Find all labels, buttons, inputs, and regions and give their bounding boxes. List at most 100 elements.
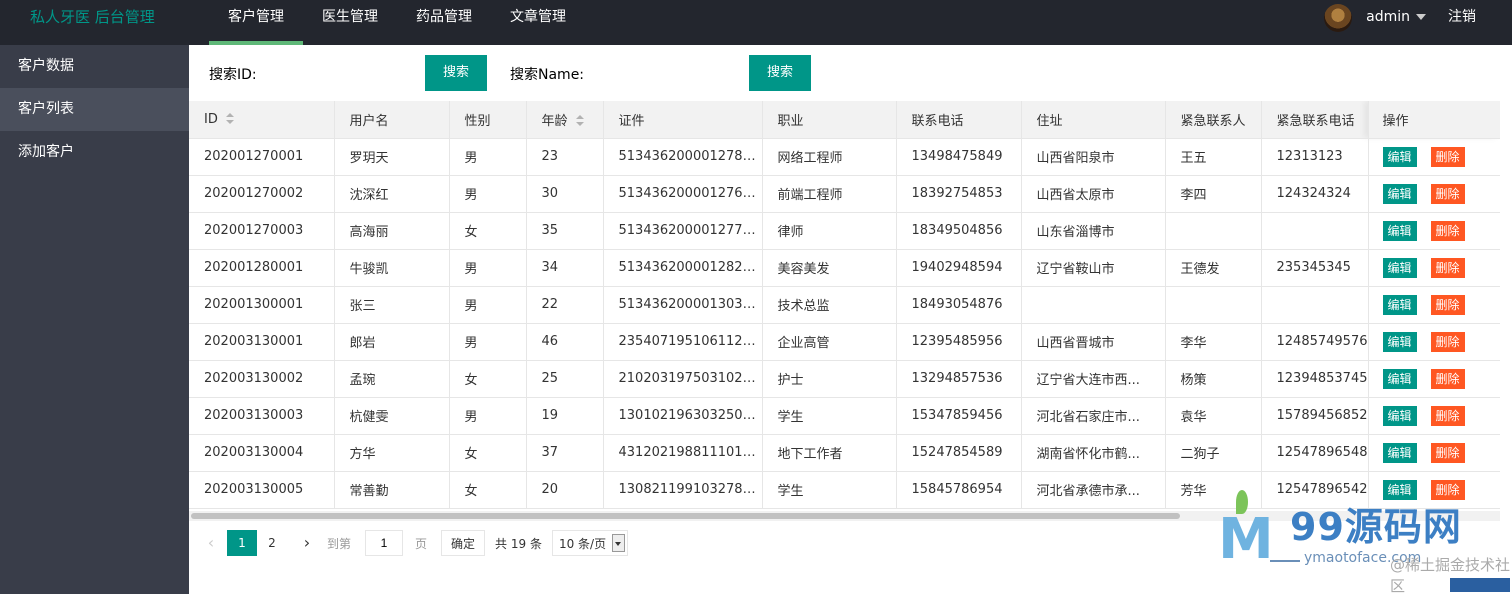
actions-cell: 编辑 删除 [1368, 212, 1500, 250]
table-row: 202001280001 牛骏凯男 34 513436200001282300 美容美发… [189, 249, 1500, 287]
table-cell: 方华 [334, 434, 450, 472]
table-cell: 12485749576 [1261, 323, 1369, 361]
actions-cell: 编辑 删除 [1368, 360, 1500, 398]
table-cell: 辽宁省鞍山市 [1021, 249, 1166, 287]
table-cell: 513436200001278002 [603, 138, 763, 176]
sidebar-item[interactable]: 客户列表 [0, 88, 189, 131]
edit-button[interactable]: 编辑 [1382, 294, 1417, 315]
search-id-input[interactable] [265, 55, 423, 91]
edit-button[interactable]: 编辑 [1382, 442, 1417, 463]
nav-item[interactable]: 客户管理 [209, 0, 303, 45]
table-cell: 王德发 [1165, 249, 1262, 287]
page-size-value: 10 条/页 [558, 536, 607, 551]
table-cell: 35 [526, 212, 604, 250]
edit-button[interactable]: 编辑 [1382, 257, 1417, 278]
watermark-badge [1450, 578, 1510, 592]
table-row: 202001300001 张三男 22 513436200001303001 技术总监 1… [189, 286, 1500, 324]
search-name-button[interactable]: 搜索 [749, 55, 811, 91]
nav-item[interactable]: 医生管理 [303, 0, 397, 45]
user-avatar[interactable] [1324, 4, 1353, 32]
edit-button[interactable]: 编辑 [1382, 368, 1417, 389]
search-name-label: 搜索Name: [510, 67, 585, 83]
page-number[interactable]: 2 [257, 530, 287, 556]
delete-button[interactable]: 删除 [1430, 294, 1465, 315]
column-header-label: 紧急联系人 [1180, 113, 1246, 129]
table-cell: 210203197503102721 [603, 360, 763, 398]
nav-item[interactable]: 药品管理 [397, 0, 491, 45]
search-name-input[interactable] [590, 55, 746, 91]
user-area: admin 注销 [1324, 0, 1512, 45]
delete-button[interactable]: 删除 [1430, 146, 1465, 167]
edit-button[interactable]: 编辑 [1382, 183, 1417, 204]
edit-button[interactable]: 编辑 [1382, 405, 1417, 426]
table-cell: 12547896548 [1261, 434, 1369, 472]
table-cell: 网络工程师 [762, 138, 897, 176]
table-cell: 13294857536 [896, 360, 1022, 398]
delete-button[interactable]: 删除 [1430, 220, 1465, 241]
table-cell: 袁华 [1165, 397, 1262, 435]
table-cell: 郎岩 [334, 323, 450, 361]
table-cell: 22 [526, 286, 604, 324]
table-cell [1165, 286, 1262, 324]
sort-icon[interactable] [575, 115, 584, 127]
sort-icon[interactable] [225, 113, 234, 125]
column-header: 紧急联系电话 [1261, 101, 1369, 139]
column-header-label: 证件 [618, 113, 645, 129]
logout-link[interactable]: 注销 [1448, 0, 1476, 35]
sidebar-item[interactable]: 客户数据 [0, 45, 189, 88]
actions-cell: 编辑 删除 [1368, 138, 1500, 176]
table-cell: 王五 [1165, 138, 1262, 176]
goto-confirm-button[interactable]: 确定 [441, 530, 486, 556]
goto-page-input[interactable] [365, 530, 404, 556]
table-cell: 130102196303250459 [603, 397, 763, 435]
column-header: 性别 [449, 101, 527, 139]
column-header[interactable]: ID [189, 101, 335, 139]
sidebar-item[interactable]: 添加客户 [0, 131, 189, 174]
column-header-label: 性别 [464, 113, 491, 129]
page-number[interactable]: 1 [227, 530, 257, 556]
table-cell: 202003130001 [189, 323, 335, 361]
delete-button[interactable]: 删除 [1430, 257, 1465, 278]
chevron-left-icon[interactable]: ‹ [197, 530, 225, 556]
table-cell: 46 [526, 323, 604, 361]
column-header: 操作 [1368, 101, 1500, 139]
table-cell: 学生 [762, 397, 897, 435]
edit-button[interactable]: 编辑 [1382, 331, 1417, 352]
delete-button[interactable]: 删除 [1430, 405, 1465, 426]
table-cell: 202001280001 [189, 249, 335, 287]
table-cell: 杨策 [1165, 360, 1262, 398]
column-header: 职业 [762, 101, 897, 139]
table-cell: 202001300001 [189, 286, 335, 324]
column-header-label: 职业 [777, 113, 804, 129]
table-cell: 李四 [1165, 175, 1262, 213]
column-header-label: 操作 [1382, 113, 1409, 129]
table-cell: 山西省太原市 [1021, 175, 1166, 213]
delete-button[interactable]: 删除 [1430, 442, 1465, 463]
delete-button[interactable]: 删除 [1430, 183, 1465, 204]
delete-button[interactable]: 删除 [1430, 368, 1465, 389]
search-id-button[interactable]: 搜索 [425, 55, 487, 91]
column-header[interactable]: 年龄 [526, 101, 604, 139]
user-name[interactable]: admin [1366, 0, 1410, 35]
table-cell: 12394853745 [1261, 360, 1369, 398]
scrollbar-thumb[interactable] [191, 513, 1180, 519]
table-cell: 202003130002 [189, 360, 335, 398]
chevron-right-icon[interactable]: › [293, 530, 321, 556]
chevron-down-icon[interactable] [1416, 14, 1426, 20]
watermark-title: 99源码网 [1290, 505, 1462, 549]
table-cell: 431202198811101720 [603, 434, 763, 472]
page-size-select[interactable]: 10 条/页 [551, 530, 629, 556]
edit-button[interactable]: 编辑 [1382, 220, 1417, 241]
actions-cell: 编辑 删除 [1368, 249, 1500, 287]
table-cell: 前端工程师 [762, 175, 897, 213]
table-cell: 202001270002 [189, 175, 335, 213]
table-row: 202003130002 孟琬女 25 210203197503102721 护士 132… [189, 360, 1500, 398]
delete-button[interactable]: 删除 [1430, 331, 1465, 352]
table-cell: 202001270001 [189, 138, 335, 176]
dropdown-arrow-icon[interactable] [612, 534, 626, 552]
table-cell: 张三 [334, 286, 450, 324]
nav-item[interactable]: 文章管理 [491, 0, 585, 45]
edit-button[interactable]: 编辑 [1382, 146, 1417, 167]
table-cell: 20 [526, 471, 604, 509]
table-cell: 辽宁省大连市西... [1021, 360, 1166, 398]
